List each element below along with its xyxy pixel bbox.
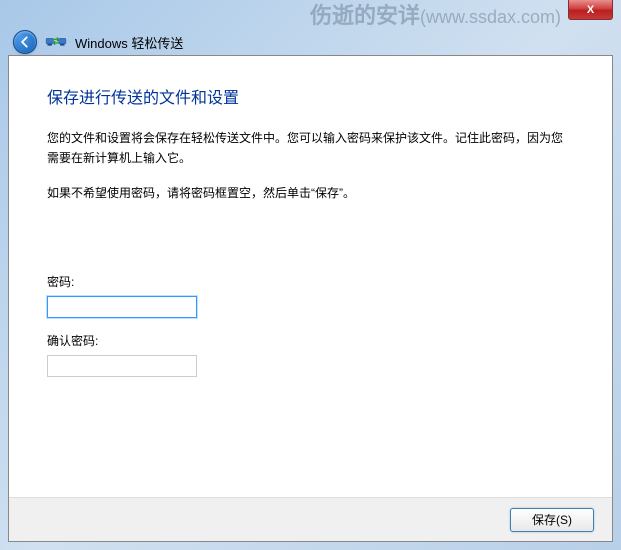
watermark-text: 伤逝的安详(www.ssdax.com) [310,0,561,30]
toolbar: Windows 轻松传送 [13,30,183,54]
close-icon: X [587,4,594,16]
back-arrow-icon [18,35,32,49]
instruction-text-1: 您的文件和设置将会保存在轻松传送文件中。您可以输入密码来保护该文件。记住此密码，… [47,128,574,169]
confirm-password-input[interactable] [47,355,197,377]
password-label: 密码: [47,273,574,290]
confirm-password-label: 确认密码: [47,332,574,349]
close-button[interactable]: X [568,0,613,20]
password-form: 密码: 确认密码: [47,273,574,377]
footer-bar: 保存(S) [9,497,612,541]
main-panel: 保存进行传送的文件和设置 您的文件和设置将会保存在轻松传送文件中。您可以输入密码… [8,55,613,542]
password-input[interactable] [47,296,197,318]
easy-transfer-icon [45,33,67,51]
back-button[interactable] [13,30,37,54]
save-button[interactable]: 保存(S) [510,508,594,532]
page-heading: 保存进行传送的文件和设置 [47,84,574,108]
content-area: 保存进行传送的文件和设置 您的文件和设置将会保存在轻松传送文件中。您可以输入密码… [9,56,612,411]
instruction-text-2: 如果不希望使用密码，请将密码框置空，然后单击“保存”。 [47,183,574,203]
app-title: Windows 轻松传送 [75,33,183,52]
